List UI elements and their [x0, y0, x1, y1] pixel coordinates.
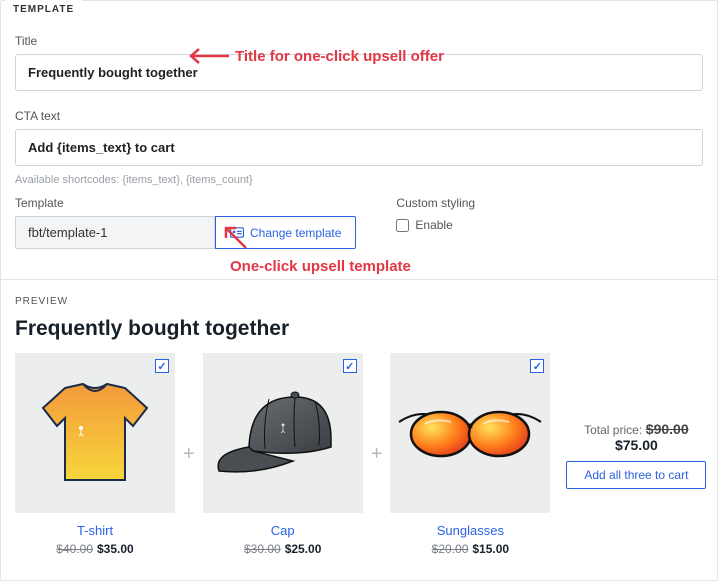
preview-body: Frequently bought together ✓: [1, 311, 717, 580]
custom-styling-label: Custom styling: [396, 196, 475, 210]
template-field-label: Template: [15, 196, 356, 210]
product-checkbox[interactable]: ✓: [530, 359, 544, 373]
product-name-link[interactable]: Cap: [271, 523, 295, 538]
shortcodes-helper: Available shortcodes: {items_text}, {ite…: [15, 174, 703, 186]
enable-checkbox[interactable]: [396, 219, 409, 232]
total-price-new: $75.00: [615, 437, 658, 453]
id-card-icon: [230, 227, 244, 238]
total-price-old: $90.00: [646, 421, 689, 437]
product-card: ✓ T-shirt: [15, 353, 175, 556]
tshirt-icon: [35, 378, 155, 488]
product-price: $20.00$15.00: [390, 542, 550, 556]
plus-icon: +: [179, 443, 199, 466]
product-price: $40.00$35.00: [15, 542, 175, 556]
preview-heading: Frequently bought together: [15, 317, 703, 341]
title-field-label: Title: [15, 34, 703, 48]
total-price-label: Total price:: [584, 423, 642, 437]
template-section-label: TEMPLATE: [5, 0, 82, 15]
title-input[interactable]: [15, 54, 703, 91]
change-template-button[interactable]: Change template: [215, 216, 356, 249]
preview-section-label: PREVIEW: [1, 279, 717, 311]
product-checkbox[interactable]: ✓: [155, 359, 169, 373]
product-card: ✓: [390, 353, 550, 556]
cta-field-label: CTA text: [15, 109, 703, 123]
sunglasses-icon: [395, 398, 545, 468]
product-card: ✓: [203, 353, 363, 556]
enable-label: Enable: [415, 218, 452, 232]
product-thumb[interactable]: ✓: [390, 353, 550, 513]
enable-checkbox-row[interactable]: Enable: [396, 218, 475, 232]
product-price: $30.00$25.00: [203, 542, 363, 556]
product-name-link[interactable]: Sunglasses: [437, 523, 504, 538]
cap-icon: [213, 383, 353, 483]
add-all-to-cart-button[interactable]: Add all three to cart: [566, 461, 706, 489]
product-checkbox[interactable]: ✓: [343, 359, 357, 373]
product-name-link[interactable]: T-shirt: [77, 523, 113, 538]
product-thumb[interactable]: ✓: [15, 353, 175, 513]
price-summary: Total price: $90.00 $75.00 Add all three…: [566, 421, 706, 489]
template-panel: TEMPLATE Title Title for one-click upsel…: [0, 0, 718, 581]
product-thumb[interactable]: ✓: [203, 353, 363, 513]
plus-icon: +: [367, 443, 387, 466]
products-row: ✓ T-shirt: [15, 353, 703, 556]
template-value-display: fbt/template-1: [15, 216, 215, 249]
cta-input[interactable]: [15, 129, 703, 166]
